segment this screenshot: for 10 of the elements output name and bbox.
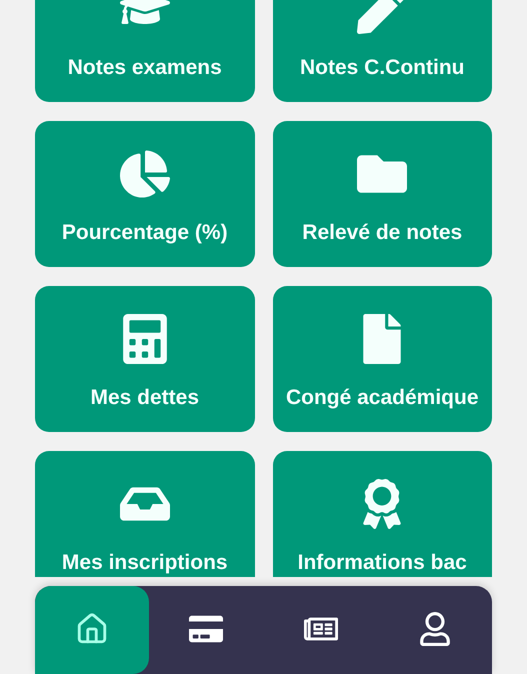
menu-tile[interactable]: Mes inscriptions xyxy=(35,451,254,578)
menu-tile[interactable]: Congé académique xyxy=(272,286,492,432)
menu-tile[interactable]: Mes dettes xyxy=(35,286,254,432)
menu-tile[interactable]: Pourcentage (%) xyxy=(35,121,254,267)
user-icon xyxy=(418,612,452,646)
menu-tile[interactable]: Informations bac xyxy=(272,451,492,578)
menu-tile[interactable]: Relevé de notes xyxy=(272,121,492,267)
pie-chart-icon xyxy=(120,149,170,200)
menu-tile[interactable]: Notes C.Continu xyxy=(272,0,492,102)
menu-tile[interactable]: Notes examens xyxy=(35,0,254,102)
